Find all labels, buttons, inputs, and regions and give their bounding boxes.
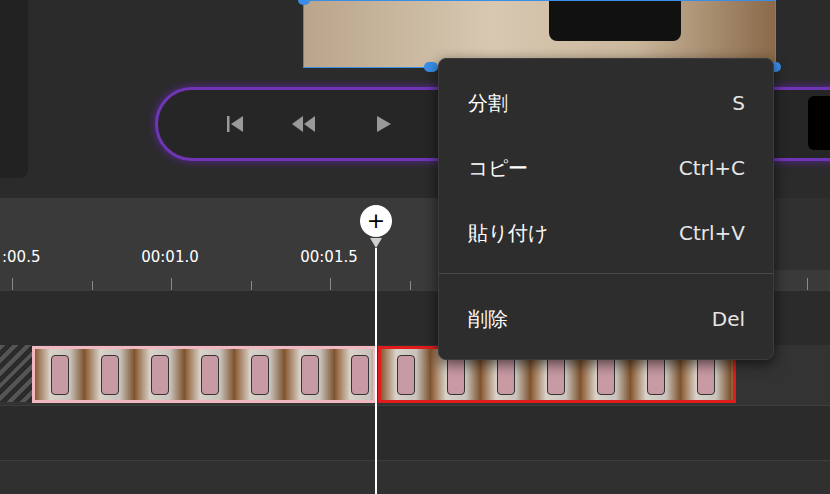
ruler-tick xyxy=(807,278,808,290)
menu-item-label: 貼り付け xyxy=(468,218,548,248)
ruler-tick xyxy=(92,281,93,290)
resize-handle[interactable] xyxy=(424,62,438,72)
clip-thumbnail xyxy=(381,349,431,400)
thumbnail-object xyxy=(151,355,169,395)
menu-item[interactable]: 貼り付け Ctrl+V xyxy=(439,200,773,265)
playhead-add-button[interactable]: + xyxy=(360,205,392,237)
thumbnail-object xyxy=(101,355,119,395)
clip-thumbnail xyxy=(35,349,85,400)
menu-item-label: コピー xyxy=(468,153,528,183)
clip-thumbnail xyxy=(135,349,185,400)
black-box xyxy=(808,96,830,150)
playhead-arrow xyxy=(370,238,382,248)
thumbnail-object xyxy=(447,355,465,395)
thumbnail-object xyxy=(647,355,665,395)
clip-thumbnail xyxy=(285,349,335,400)
thumbnail-object xyxy=(251,355,269,395)
play-icon[interactable] xyxy=(372,113,394,135)
menu-item[interactable]: コピー Ctrl+C xyxy=(439,135,773,200)
menu-item-label: 分割 xyxy=(468,88,508,118)
ruler-tick xyxy=(410,281,411,290)
ruler-tick xyxy=(171,278,172,290)
track-row xyxy=(0,405,830,460)
thumbnail-object xyxy=(497,355,515,395)
menu-item-shortcut: Ctrl+C xyxy=(679,153,745,183)
menu-item-shortcut: S xyxy=(732,88,745,118)
thumbnail-object xyxy=(697,355,715,395)
clip-thumbnail xyxy=(185,349,235,400)
thumbnail-object xyxy=(351,355,369,395)
thumbnail-object xyxy=(301,355,319,395)
playhead-line[interactable] xyxy=(375,248,377,494)
thumbnail-object xyxy=(201,355,219,395)
ruler-tick xyxy=(251,281,252,290)
ruler-tick xyxy=(12,278,13,290)
ruler-label: :00.5 xyxy=(2,247,40,267)
ruler-label: 00:01.5 xyxy=(296,247,362,267)
thumbnail-object xyxy=(51,355,69,395)
menu-item-shortcut: Del xyxy=(712,304,745,334)
menu-item-shortcut: Ctrl+V xyxy=(679,218,745,248)
thumbnail-object xyxy=(547,355,565,395)
thumbnail-object xyxy=(397,355,415,395)
clip-thumbnail xyxy=(335,349,376,400)
menu-divider xyxy=(439,273,773,274)
video-clip[interactable] xyxy=(32,346,376,403)
empty-region xyxy=(0,345,32,402)
video-editor: :00.5 00:01.0 00:01.5 + 分割 S コピー Ctrl+C 貼り付け Ct… xyxy=(0,0,830,494)
preview-object xyxy=(549,1,681,41)
side-panel xyxy=(0,0,28,178)
playhead-plus: + xyxy=(367,210,385,232)
skip-start-icon[interactable] xyxy=(224,113,246,135)
menu-item-label: 削除 xyxy=(468,304,508,334)
rewind-icon[interactable] xyxy=(290,113,316,135)
resize-handle[interactable] xyxy=(298,0,310,5)
ruler-label: 00:01.0 xyxy=(137,247,203,267)
context-menu: 分割 S コピー Ctrl+C 貼り付け Ctrl+V 削除 Del xyxy=(438,58,774,360)
menu-item[interactable]: 削除 Del xyxy=(439,286,773,351)
clip-thumbnail xyxy=(85,349,135,400)
thumbnail-object xyxy=(597,355,615,395)
track-row xyxy=(0,460,830,494)
ruler-tick xyxy=(330,278,331,290)
menu-item[interactable]: 分割 S xyxy=(439,70,773,135)
clip-thumbnail xyxy=(235,349,285,400)
